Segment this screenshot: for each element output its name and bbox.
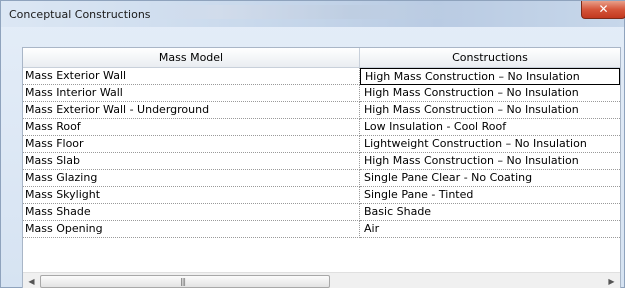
construction-cell[interactable]: Basic Shade	[360, 204, 620, 221]
construction-cell[interactable]: High Mass Construction – No Insulation	[360, 153, 620, 170]
construction-cell[interactable]: Low Insulation - Cool Roof	[360, 119, 620, 136]
window-title: Conceptual Constructions	[9, 8, 151, 21]
mass-model-cell: Mass Roof	[23, 119, 360, 136]
column-header-mass-model[interactable]: Mass Model	[23, 48, 360, 68]
table-row[interactable]: Mass Exterior Wall - Underground High Ma…	[23, 102, 620, 119]
table-row[interactable]: Mass Opening Air	[23, 221, 620, 238]
table-row[interactable]: Mass Skylight Single Pane - Tinted	[23, 187, 620, 204]
table-row[interactable]: Mass Slab High Mass Construction – No In…	[23, 153, 620, 170]
mass-model-cell: Mass Floor	[23, 136, 360, 153]
table-row[interactable]: Mass Glazing Single Pane Clear - No Coat…	[23, 170, 620, 187]
close-button[interactable]: ✕	[581, 1, 625, 19]
grip-icon: |||	[180, 277, 186, 286]
title-bar-blur	[151, 5, 481, 19]
horizontal-scrollbar[interactable]: ◀ ||| ▶	[23, 272, 620, 288]
table-row[interactable]: Mass Exterior Wall High Mass Constructio…	[23, 68, 620, 85]
mass-model-cell: Mass Exterior Wall - Underground	[23, 102, 360, 119]
table-body: Mass Exterior Wall High Mass Constructio…	[23, 68, 620, 238]
mass-model-cell: Mass Exterior Wall	[23, 68, 360, 85]
construction-cell[interactable]: High Mass Construction – No Insulation	[360, 68, 620, 85]
column-header-constructions[interactable]: Constructions	[360, 48, 620, 68]
construction-cell[interactable]: Air	[360, 221, 620, 238]
mass-model-cell: Mass Interior Wall	[23, 85, 360, 102]
construction-cell[interactable]: Single Pane Clear - No Coating	[360, 170, 620, 187]
scroll-right-icon[interactable]: ▶	[603, 273, 620, 288]
table-row[interactable]: Mass Roof Low Insulation - Cool Roof	[23, 119, 620, 136]
mass-model-cell: Mass Glazing	[23, 170, 360, 187]
scroll-left-icon[interactable]: ◀	[23, 273, 40, 288]
construction-cell[interactable]: High Mass Construction – No Insulation	[360, 102, 620, 119]
scrollbar-thumb[interactable]: |||	[40, 275, 330, 288]
close-icon: ✕	[598, 2, 609, 16]
mass-model-cell: Mass Skylight	[23, 187, 360, 204]
dialog-window: Conceptual Constructions ✕ Mass Model Co…	[0, 0, 625, 288]
table-row[interactable]: Mass Interior Wall High Mass Constructio…	[23, 85, 620, 102]
construction-cell[interactable]: Single Pane - Tinted	[360, 187, 620, 204]
table-row[interactable]: Mass Shade Basic Shade	[23, 204, 620, 221]
mass-model-cell: Mass Opening	[23, 221, 360, 238]
construction-cell[interactable]: Lightweight Construction – No Insulation	[360, 136, 620, 153]
constructions-table: Mass Model Constructions Mass Exterior W…	[22, 47, 621, 288]
table-row[interactable]: Mass Floor Lightweight Construction – No…	[23, 136, 620, 153]
mass-model-cell: Mass Slab	[23, 153, 360, 170]
title-bar[interactable]: Conceptual Constructions ✕	[1, 1, 625, 27]
mass-model-cell: Mass Shade	[23, 204, 360, 221]
construction-cell[interactable]: High Mass Construction – No Insulation	[360, 85, 620, 102]
